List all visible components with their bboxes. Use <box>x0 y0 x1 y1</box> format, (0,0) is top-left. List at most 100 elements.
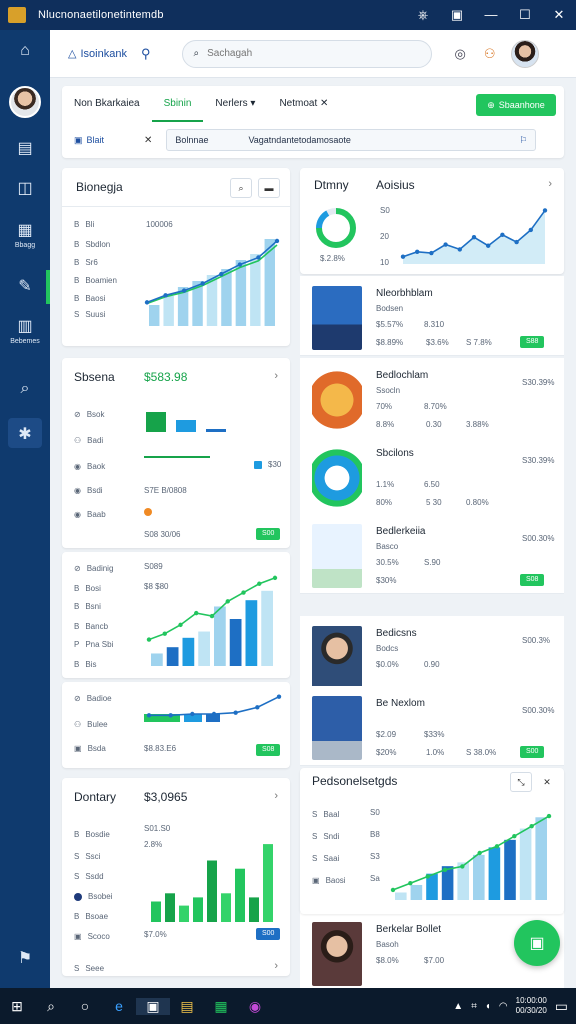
pin-icon[interactable]: ⚲ <box>141 46 151 62</box>
chat-fab-button[interactable]: ▣ <box>514 920 560 966</box>
item-thumbnail <box>312 626 362 690</box>
list-item[interactable]: Bedicsns Bodcs $0.0% 0.90 S00.3% <box>300 616 564 696</box>
item-value-a: 1.1% <box>376 480 395 489</box>
chevron-right-icon[interactable]: › <box>274 960 278 972</box>
card-title: Sbsena <box>74 370 115 384</box>
chart-point <box>400 254 406 259</box>
help-icon[interactable]: ⚑ <box>0 948 50 968</box>
list-item[interactable]: Be Nexlom $2.09 $33% $20% 1.0% S 38.0% S00.30%… <box>300 686 564 766</box>
item-value-a: $0.0% <box>376 660 399 669</box>
folder-icon[interactable]: ▤ <box>170 998 204 1015</box>
calendar-icon[interactable]: ▦ Bbagg <box>0 220 50 249</box>
document-icon[interactable]: ▤ <box>0 138 50 158</box>
start-icon[interactable]: ⊞ <box>0 998 34 1015</box>
total-value: $8.83.E6 <box>144 744 177 753</box>
notification-icon[interactable]: ▭ <box>555 998 568 1015</box>
volume-icon[interactable]: ◖ <box>485 1001 491 1012</box>
list-item[interactable]: Nleorbhblam Bodsen $5.57% 8.310 $8.89% $3.6% S… <box>300 276 564 356</box>
item-value-a: 70% <box>376 402 393 411</box>
grid-icon[interactable]: ▥ Bebemes <box>0 316 50 345</box>
filter-panel: Non Bkarkaiea Sbinin Nerlers ▾ Netmoat ✕… <box>62 86 564 158</box>
browser-icon[interactable]: e <box>102 998 136 1014</box>
list-item[interactable]: ⊘ Bsok <box>74 410 105 419</box>
list-item[interactable]: Sbcilons 1.1% 6.50 80% 5 30 0.80% S30.39% <box>300 436 564 516</box>
media-icon[interactable]: ◉ <box>238 998 272 1015</box>
tab-removable[interactable]: Netmoat ✕ <box>267 86 340 122</box>
clear-filter-icon[interactable]: ✕ <box>144 135 152 146</box>
up-arrow-icon[interactable]: ▲ <box>453 1001 463 1012</box>
list-item[interactable]: ◉ Baab <box>74 510 106 519</box>
layout-icon[interactable]: ◫ <box>0 178 50 198</box>
minimize-button[interactable]: — <box>474 7 508 23</box>
overview-chart <box>144 238 280 326</box>
list-item[interactable]: ⊘ Badinig <box>74 564 113 573</box>
item-value-b: $33% <box>424 730 445 739</box>
chart-bar <box>182 637 195 666</box>
item-value-a: $5.57% <box>376 320 404 329</box>
y-tick: S0 <box>380 206 390 215</box>
card-dtmny: Dtmny Aoisius › $.2.8% S0 20 10 <box>300 168 564 274</box>
task-view-icon[interactable]: ○ <box>68 998 102 1014</box>
close-icon[interactable]: ✕ <box>320 98 328 109</box>
item-value-a: $2.09 <box>376 730 397 739</box>
settings-icon[interactable]: ✱ <box>0 424 50 444</box>
tab-overview[interactable]: Non Bkarkaiea <box>62 86 152 122</box>
maximize-button[interactable]: ☐ <box>508 7 542 23</box>
expand-icon[interactable]: ⤡ <box>510 772 532 792</box>
list-item[interactable]: ◉ Bsdi <box>74 486 103 495</box>
notifications-icon[interactable]: ◎ <box>454 46 465 62</box>
chart-point <box>256 255 261 260</box>
status-dot <box>144 508 152 516</box>
app-window-icon[interactable]: ▣ <box>136 997 170 1015</box>
card-header-value: $3,0965 <box>144 790 188 804</box>
wifi-icon[interactable]: ◠ <box>499 1001 508 1012</box>
primary-action-button[interactable]: ⊕ Sbaanhone <box>476 94 556 116</box>
list-item[interactable]: Bedlochlam Ssocln 70% 8.70% 8.8% 0.30 3.88% S30… <box>300 358 564 438</box>
item-right-value: S00.3% <box>522 636 551 645</box>
edit-icon[interactable]: ✎ <box>0 276 50 296</box>
card-title: Dtmny <box>314 178 349 192</box>
item-value-e: 3.88% <box>466 420 489 429</box>
clock[interactable]: 10:00:00 00/30/20 <box>516 996 547 1016</box>
chevron-right-icon[interactable]: › <box>274 790 278 802</box>
menu-icon[interactable]: ▬ <box>258 178 280 198</box>
list-item[interactable]: ⚇ Badi <box>74 436 103 445</box>
item-value-d: $3.6% <box>426 338 449 347</box>
chevron-right-icon[interactable]: › <box>548 178 552 190</box>
close-icon[interactable]: ✕ <box>536 772 558 792</box>
home-icon[interactable]: ⌂ <box>0 42 50 60</box>
snap-window-icon[interactable]: ▣ <box>440 7 474 23</box>
item-value-e: 0.80% <box>466 498 489 507</box>
chart-bar <box>229 619 242 666</box>
filter-input[interactable]: Bolnnae Vagatndantetodamosaote ⚐ <box>166 129 537 151</box>
close-button[interactable]: ✕ <box>542 7 576 23</box>
list-item[interactable]: Bedlerkeiia Basco 30.5% S.90 $30% S00.30% S08 <box>300 514 564 594</box>
tab-active[interactable]: Sbinin <box>151 86 204 122</box>
item-thumbnail <box>312 922 362 986</box>
profile-avatar[interactable] <box>511 39 540 68</box>
chart-point <box>162 631 167 636</box>
store-icon[interactable]: ▦ <box>204 998 238 1015</box>
chart-point <box>168 713 173 718</box>
user-avatar[interactable] <box>9 86 41 118</box>
chevron-right-icon[interactable]: › <box>274 370 278 382</box>
tab-filter-dropdown[interactable]: Nerlers ▾ <box>203 86 267 122</box>
calendar-label: Bbagg <box>14 242 36 249</box>
list-item[interactable]: ◉ Baok <box>74 462 105 471</box>
y-tick: 10 <box>380 258 389 267</box>
status-badge: S88 <box>520 336 545 348</box>
search-icon[interactable]: ⌕ <box>230 178 252 198</box>
pedsonel-chart <box>390 813 552 900</box>
brand-link[interactable]: △ Isoinkank <box>68 47 127 61</box>
search-icon[interactable]: ⌕ <box>34 998 68 1015</box>
network-icon[interactable]: ⌗ <box>471 1001 477 1012</box>
account-icon[interactable]: ⚇ <box>484 46 496 62</box>
item-thumbnail <box>312 696 362 760</box>
item-subtitle: Bodcs <box>376 644 399 653</box>
chart-bar <box>198 631 210 666</box>
pin-window-icon[interactable]: ⎈ <box>406 7 440 23</box>
search-people-icon[interactable]: ⌕ <box>0 380 50 398</box>
search-input[interactable] <box>207 48 408 59</box>
search-box[interactable]: ⌕ <box>182 39 433 68</box>
filter-chip[interactable]: ▣ Blait <box>74 135 104 146</box>
